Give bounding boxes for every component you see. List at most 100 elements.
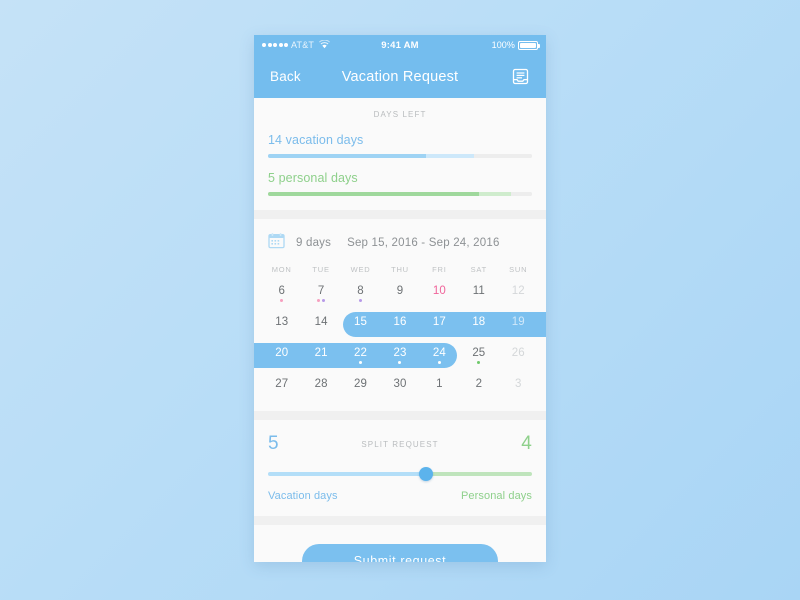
- section-divider: [254, 210, 546, 219]
- split-slider[interactable]: [268, 467, 532, 481]
- split-vacation-value: 5: [268, 433, 279, 454]
- calendar-day-dot: [322, 299, 326, 303]
- clock-label: 9:41 AM: [381, 39, 419, 51]
- wifi-icon: [319, 39, 331, 51]
- days-meter-bar: [268, 154, 532, 158]
- calendar-day-number: 9: [396, 284, 404, 297]
- calendar-week-row: 6 7 8 9 10 11 12: [254, 278, 546, 309]
- days-meter-segment: [473, 154, 532, 158]
- days-count-label: 9 days: [296, 237, 332, 249]
- calendar-day-cell[interactable]: 25: [459, 340, 498, 371]
- calendar-grid[interactable]: MON TUE WED THU FRI SAT SUN 6 7 8 9 10 11 12 13 14 15 16…: [254, 265, 546, 411]
- submit-area: Submit request: [254, 525, 546, 562]
- calendar-day-dots: [398, 361, 402, 365]
- archive-tray-icon[interactable]: [511, 67, 530, 86]
- days-left-card: DAYS LEFT 14 vacation days 5 personal day…: [254, 98, 546, 210]
- calendar-weekday-headers: MON TUE WED THU FRI SAT SUN: [254, 265, 546, 274]
- date-range-row[interactable]: 9 days Sep 15, 2016 - Sep 24, 2016: [254, 219, 546, 265]
- status-bar-right: 100%: [419, 40, 541, 50]
- signal-strength-icon: [262, 43, 288, 47]
- calendar-weekday-sat: SAT: [470, 265, 488, 274]
- calendar-weekday-fri: FRI: [432, 265, 447, 274]
- calendar-week-row: 27 28 29 30 1 2 3: [254, 371, 546, 402]
- calendar-week-row: 20 21 22 23 24 25 26: [254, 340, 546, 371]
- calendar-day-number: 16: [393, 315, 407, 328]
- calendar-day-number: 28: [314, 377, 328, 390]
- vacation-days-label: Vacation days: [268, 490, 338, 502]
- calendar-day-cell[interactable]: 6: [262, 278, 301, 309]
- calendar-day-cell[interactable]: 2: [459, 371, 498, 402]
- days-meter-label: 14 vacation days: [268, 133, 364, 147]
- calendar-icon: [268, 232, 285, 254]
- calendar-day-cell[interactable]: 14: [301, 309, 340, 340]
- days-meter: 14 vacation days: [268, 133, 532, 158]
- calendar-day-cell[interactable]: 27: [262, 371, 301, 402]
- calendar-day-cell[interactable]: 22: [341, 340, 380, 371]
- calendar-weekday-mon: MON: [271, 265, 292, 274]
- calendar-day-cell[interactable]: 12: [499, 278, 538, 309]
- days-meter-segment: [510, 192, 532, 196]
- calendar-day-cell[interactable]: 11: [459, 278, 498, 309]
- back-button[interactable]: Back: [270, 69, 301, 84]
- calendar-day-cell[interactable]: 16: [380, 309, 419, 340]
- days-meter-segment: [268, 192, 480, 196]
- calendar-day-number: 12: [511, 284, 525, 297]
- slider-track-left: [268, 472, 427, 476]
- calendar-weekday-tue: TUE: [312, 265, 330, 274]
- calendar-day-number: 17: [432, 315, 446, 328]
- calendar-day-cell[interactable]: 21: [301, 340, 340, 371]
- calendar-day-cell[interactable]: 18: [459, 309, 498, 340]
- calendar-day-dots: [359, 361, 363, 365]
- calendar-day-dot: [437, 361, 441, 365]
- calendar-day-cell[interactable]: 1: [420, 371, 459, 402]
- split-request-heading: SPLIT REQUEST: [361, 439, 439, 449]
- split-slider-track: [268, 472, 532, 476]
- split-slider-thumb[interactable]: [419, 467, 434, 481]
- days-left-meters: 14 vacation days 5 personal days: [268, 133, 532, 196]
- calendar-weekday-wed: WED: [350, 265, 371, 274]
- calendar-day-cell[interactable]: 13: [262, 309, 301, 340]
- carrier-label: AT&T: [291, 40, 315, 50]
- calendar-day-dot: [359, 299, 363, 303]
- calendar-day-cell[interactable]: 3: [499, 371, 538, 402]
- split-request-card: 5 SPLIT REQUEST 4 Vacation days Personal…: [254, 420, 546, 516]
- calendar-day-number: 8: [357, 284, 364, 297]
- calendar-day-number: 6: [278, 284, 285, 297]
- calendar-day-cell[interactable]: 20: [262, 340, 301, 371]
- calendar-day-cell[interactable]: 9: [380, 278, 419, 309]
- days-meter-segment: [426, 154, 474, 158]
- split-personal-value: 4: [521, 433, 532, 454]
- calendar-day-number: 26: [511, 346, 525, 359]
- battery-percent-label: 100%: [491, 40, 516, 50]
- calendar-day-dots: [477, 361, 481, 365]
- calendar-day-cell[interactable]: 26: [499, 340, 538, 371]
- date-range-label: Sep 15, 2016 - Sep 24, 2016: [347, 237, 500, 249]
- calendar-day-cell[interactable]: 17: [420, 309, 459, 340]
- calendar-day-number: 7: [317, 284, 325, 297]
- calendar-day-number: 1: [436, 377, 443, 390]
- calendar-day-number: 13: [275, 315, 289, 328]
- calendar-day-dot: [477, 361, 481, 365]
- split-values-row: 5 SPLIT REQUEST 4: [268, 433, 532, 455]
- calendar-day-number: 27: [275, 377, 289, 390]
- calendar-day-number: 2: [475, 377, 483, 390]
- calendar-day-cell[interactable]: 10: [420, 278, 459, 309]
- calendar-day-number: 24: [432, 346, 446, 359]
- calendar-day-cell[interactable]: 28: [301, 371, 340, 402]
- calendar-day-cell[interactable]: 19: [499, 309, 538, 340]
- calendar-day-cell[interactable]: 29: [341, 371, 380, 402]
- status-bar-left: AT&T: [262, 39, 381, 51]
- submit-request-button[interactable]: Submit request: [302, 544, 498, 562]
- calendar-day-cell[interactable]: 7: [301, 278, 340, 309]
- calendar-day-cell[interactable]: 24: [420, 340, 459, 371]
- calendar-day-number: 15: [354, 315, 368, 328]
- calendar-day-cell[interactable]: 30: [380, 371, 419, 402]
- calendar-day-cell[interactable]: 8: [341, 278, 380, 309]
- days-meter-segment: [479, 192, 511, 196]
- calendar-day-number: 23: [393, 346, 407, 359]
- days-meter-label: 5 personal days: [268, 171, 358, 185]
- calendar-day-cell[interactable]: 15: [341, 309, 380, 340]
- calendar-day-cell[interactable]: 23: [380, 340, 419, 371]
- calendar-weekday-thu: THU: [391, 265, 409, 274]
- calendar-day-number: 20: [275, 346, 289, 359]
